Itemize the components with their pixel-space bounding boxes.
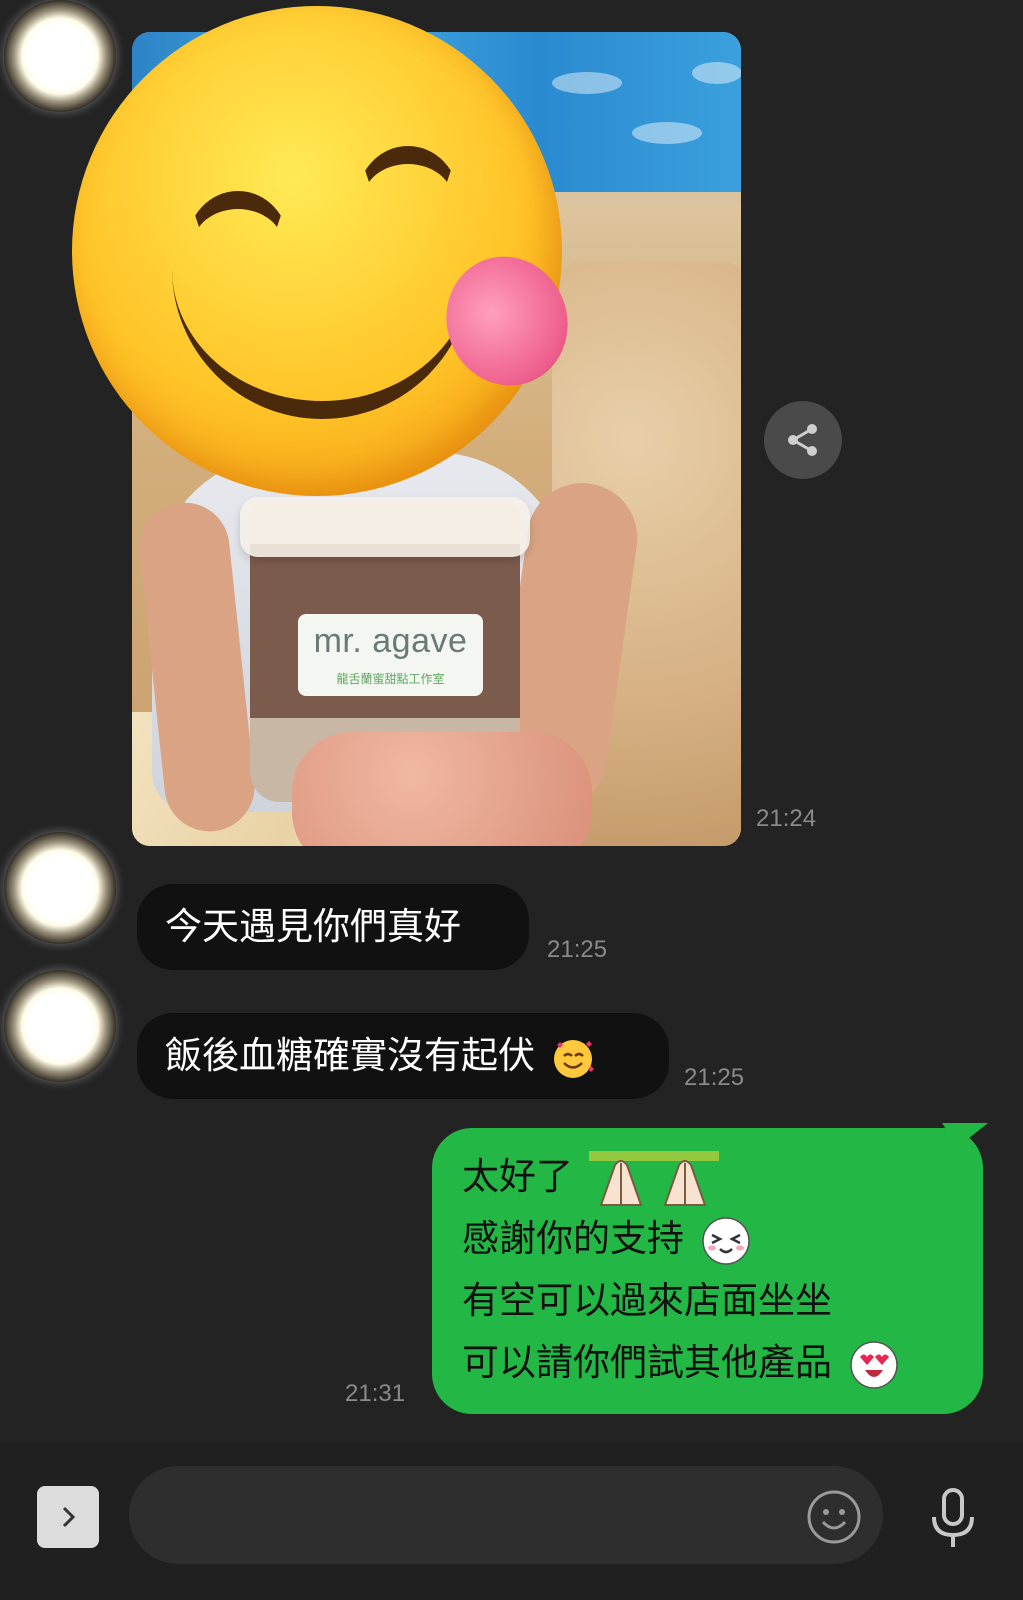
message-timestamp: 21:25	[684, 1064, 745, 1091]
message-text: 今天遇見你們真好	[165, 905, 461, 948]
message-input-container	[129, 1466, 883, 1566]
avatar[interactable]	[4, 970, 116, 1082]
message-text: 飯後血糖確實沒有起伏	[165, 1034, 535, 1077]
cup-brand-subtitle: 龍舌蘭蜜甜點工作室	[336, 672, 445, 686]
message-timestamp: 21:24	[756, 805, 817, 832]
heart-eyes-face-icon	[850, 1340, 898, 1389]
message-input[interactable]	[163, 1466, 777, 1566]
message-text-line: 有空可以過來店面坐坐	[462, 1279, 832, 1322]
message-timestamp: 21:31	[345, 1380, 406, 1407]
hand	[292, 732, 592, 846]
voice-message-button[interactable]	[918, 1484, 988, 1554]
smiley-icon	[807, 1490, 861, 1544]
smiling-face-with-hearts-icon	[553, 1039, 594, 1078]
expand-menu-button[interactable]	[37, 1486, 99, 1548]
incoming-message-bubble[interactable]: 飯後血糖確實沒有起伏	[137, 1013, 669, 1099]
avatar[interactable]	[4, 832, 116, 944]
share-button[interactable]	[764, 401, 842, 479]
outgoing-bubble-tail	[942, 1123, 988, 1147]
message-text-line: 感謝你的支持	[462, 1217, 684, 1260]
share-icon	[788, 424, 817, 456]
message-text-line: 可以請你們試其他產品	[462, 1341, 832, 1384]
cup-label: mr. agave 龍舌蘭蜜甜點工作室	[298, 614, 483, 696]
face-savoring-food-emoji-icon	[72, 6, 586, 496]
message-timestamp: 21:25	[547, 936, 608, 963]
incoming-message-bubble[interactable]: 今天遇見你們真好	[137, 884, 529, 970]
avatar[interactable]	[4, 0, 116, 112]
message-text-line: 太好了	[462, 1155, 573, 1198]
chevron-right-icon	[62, 1506, 76, 1528]
cup-brand-logo: mr. agave	[313, 622, 468, 660]
outgoing-message-bubble[interactable]: 太好了 感謝你的支持 有空可以過來店面坐坐 可以請你們試其他產品	[432, 1128, 983, 1414]
emoji-button[interactable]	[803, 1486, 865, 1548]
laughing-face-icon	[702, 1216, 750, 1265]
praying-hands-icon	[588, 1150, 719, 1206]
microphone-icon	[932, 1488, 974, 1547]
cup-lid	[240, 497, 530, 557]
